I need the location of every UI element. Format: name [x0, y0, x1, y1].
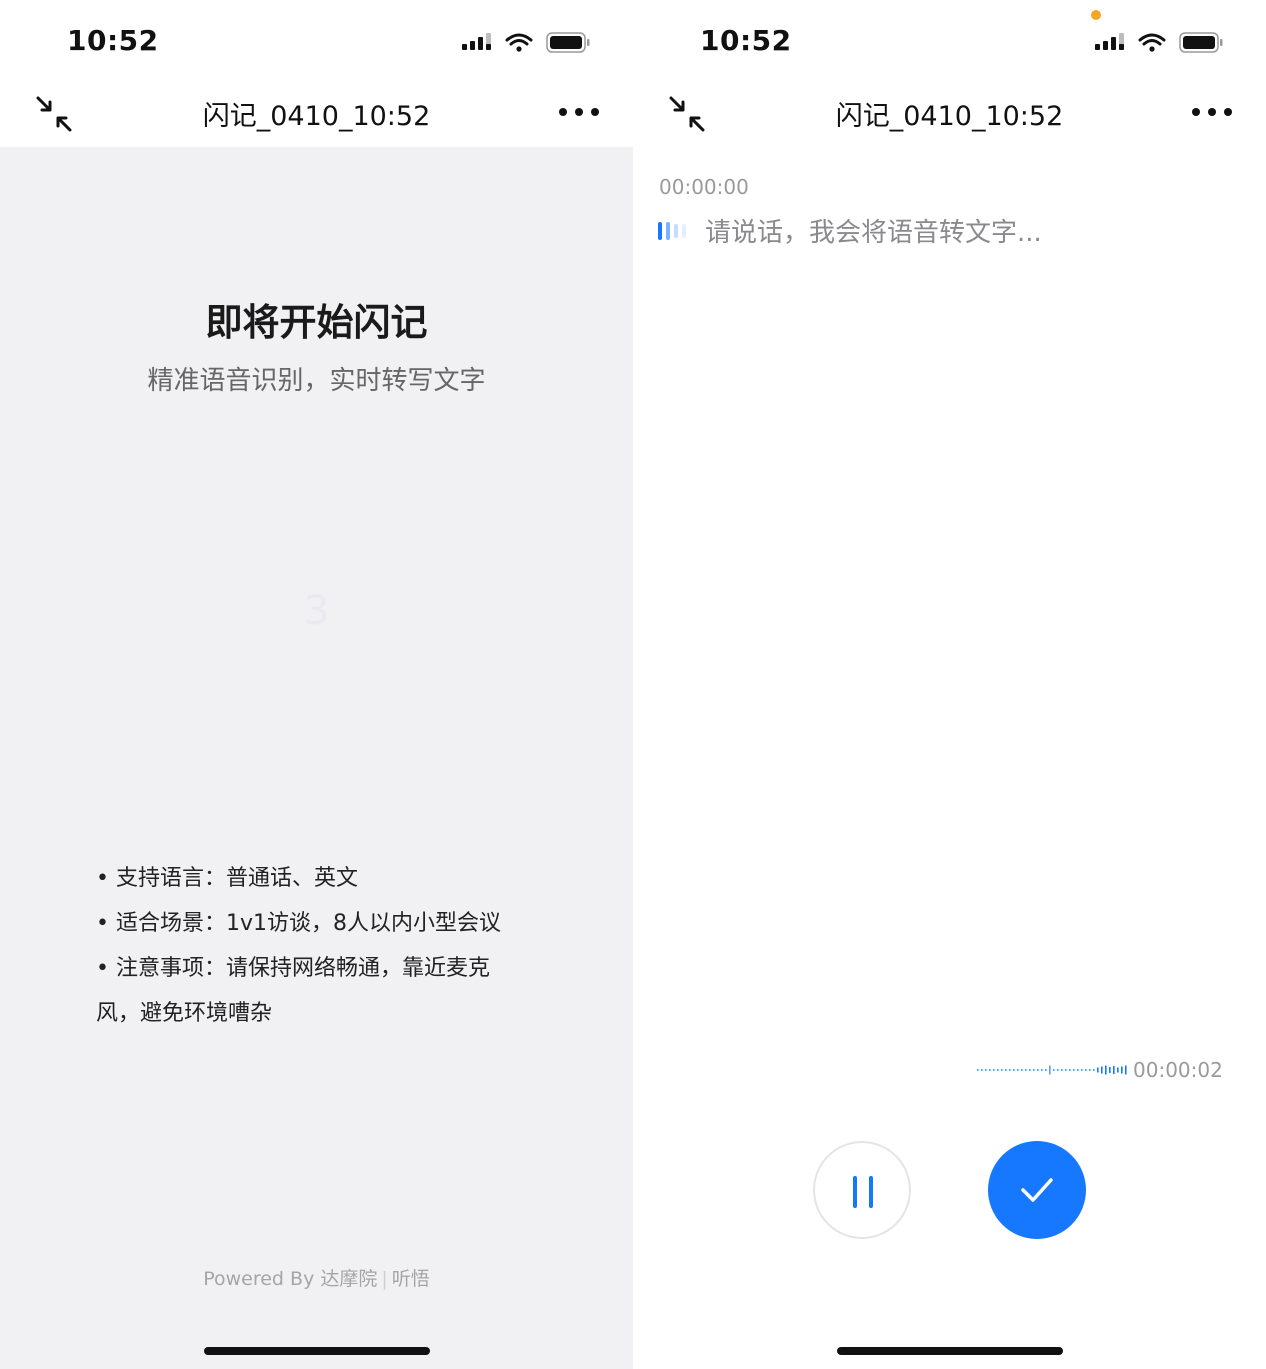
top-bar: 10:52 闪记_0410_10:52	[0, 0, 633, 147]
status-icons	[462, 32, 590, 53]
waveform-tick	[1105, 1065, 1107, 1075]
tips-list: • 支持语言：普通话、英文 • 适合场景：1v1访谈，8人以内小型会议 • 注意…	[96, 856, 526, 1036]
battery-icon	[546, 32, 590, 53]
waveform-tick	[1085, 1069, 1087, 1071]
wifi-icon	[505, 33, 533, 52]
check-icon	[1021, 1178, 1053, 1202]
transcript-prompt: 请说话，我会将语音转文字...	[657, 210, 1217, 250]
waveform-tick	[1065, 1069, 1067, 1071]
waveform-tick	[1045, 1069, 1047, 1071]
transcript-placeholder: 请说话，我会将语音转文字...	[705, 218, 1042, 248]
waveform-tick	[1001, 1069, 1003, 1071]
top-bar: 10:52 闪记_0410_10:52	[633, 0, 1266, 147]
finish-button[interactable]	[988, 1141, 1086, 1239]
signal-icon	[1095, 33, 1124, 50]
countdown-number: 3	[303, 588, 330, 634]
mic-in-use-indicator	[1091, 10, 1101, 20]
waveform-tick	[1125, 1065, 1127, 1075]
waveform-tick	[1093, 1069, 1095, 1071]
waveform-tick	[985, 1069, 987, 1071]
waveform-tick	[989, 1069, 991, 1071]
waveform-tick	[1117, 1067, 1119, 1073]
powered-by-divider: |	[381, 1268, 388, 1290]
waveform-tick	[1009, 1069, 1011, 1071]
tip-languages: • 支持语言：普通话、英文	[96, 866, 358, 891]
waveform-tick	[1121, 1066, 1123, 1074]
waveform-tick	[977, 1069, 979, 1071]
waveform-tick	[1025, 1069, 1027, 1071]
pause-button[interactable]	[813, 1141, 911, 1239]
home-indicator[interactable]	[204, 1347, 430, 1355]
nav-bar: 闪记_0410_10:52	[633, 80, 1266, 144]
waveform-tick	[1081, 1069, 1083, 1071]
waveform-tick	[1029, 1069, 1031, 1071]
powered-by-suffix: 听悟	[391, 1268, 430, 1290]
countdown-screen: 10:52 闪记_0410_10:52 即将开始闪记 精准语音识别，实时转写文字…	[0, 0, 633, 1369]
waveform-tick	[1061, 1069, 1063, 1071]
waveform-tick	[1109, 1067, 1111, 1073]
powered-by-prefix: Powered By 达摩院	[203, 1268, 378, 1290]
tip-notes: • 注意事项：请保持网络畅通，靠近麦克风，避免环境嘈杂	[96, 956, 490, 1026]
waveform-tick	[1101, 1066, 1103, 1074]
nav-bar: 闪记_0410_10:52	[0, 80, 633, 144]
waveform-tick	[1049, 1065, 1051, 1075]
home-indicator[interactable]	[837, 1347, 1063, 1355]
waveform-tick	[1017, 1069, 1019, 1071]
hero-subtitle: 精准语音识别，实时转写文字	[147, 366, 486, 396]
waveform-tick	[1073, 1069, 1075, 1071]
waveform-tick	[993, 1069, 995, 1071]
transcript-timestamp: 00:00:00	[659, 175, 749, 199]
waveform-tick	[997, 1069, 999, 1071]
waveform-tick	[981, 1069, 983, 1071]
recording-screen: 10:52 闪记_0410_10:52 00:00:00 请说话，我会将语音转文…	[633, 0, 1266, 1369]
waveform-tick	[1013, 1069, 1015, 1071]
waveform-tick	[1005, 1069, 1007, 1071]
waveform-tick	[1037, 1069, 1039, 1071]
page-title: 闪记_0410_10:52	[835, 101, 1064, 132]
status-time: 10:52	[700, 24, 792, 57]
waveform-tick	[1041, 1069, 1043, 1071]
status-icons	[1095, 32, 1223, 53]
battery-icon	[1179, 32, 1223, 53]
minimize-icon[interactable]	[34, 94, 74, 134]
page-title: 闪记_0410_10:52	[202, 101, 431, 132]
status-time: 10:52	[67, 24, 159, 57]
more-icon[interactable]	[1189, 100, 1235, 124]
waveform-tick	[1057, 1069, 1059, 1071]
recording-elapsed: 00:00:02	[1133, 1058, 1223, 1082]
signal-icon	[462, 33, 491, 50]
hero-title: 即将开始闪记	[205, 301, 428, 344]
listening-wave-icon	[658, 222, 686, 240]
waveform-tick	[1053, 1069, 1055, 1071]
more-icon[interactable]	[556, 100, 602, 124]
waveform-tick	[1097, 1067, 1099, 1073]
waveform-tick	[1077, 1069, 1079, 1071]
pause-icon	[853, 1176, 873, 1208]
waveform-tick	[1069, 1069, 1071, 1071]
minimize-icon[interactable]	[667, 94, 707, 134]
waveform-tick	[1033, 1069, 1035, 1071]
waveform-tick	[1021, 1069, 1023, 1071]
waveform-tick	[1113, 1066, 1115, 1074]
waveform-tick	[1089, 1069, 1091, 1071]
powered-by: Powered By 达摩院 | 听悟	[0, 1264, 633, 1291]
audio-waveform	[977, 1065, 1127, 1075]
tip-scenarios: • 适合场景：1v1访谈，8人以内小型会议	[96, 911, 501, 936]
wifi-icon	[1138, 33, 1166, 52]
